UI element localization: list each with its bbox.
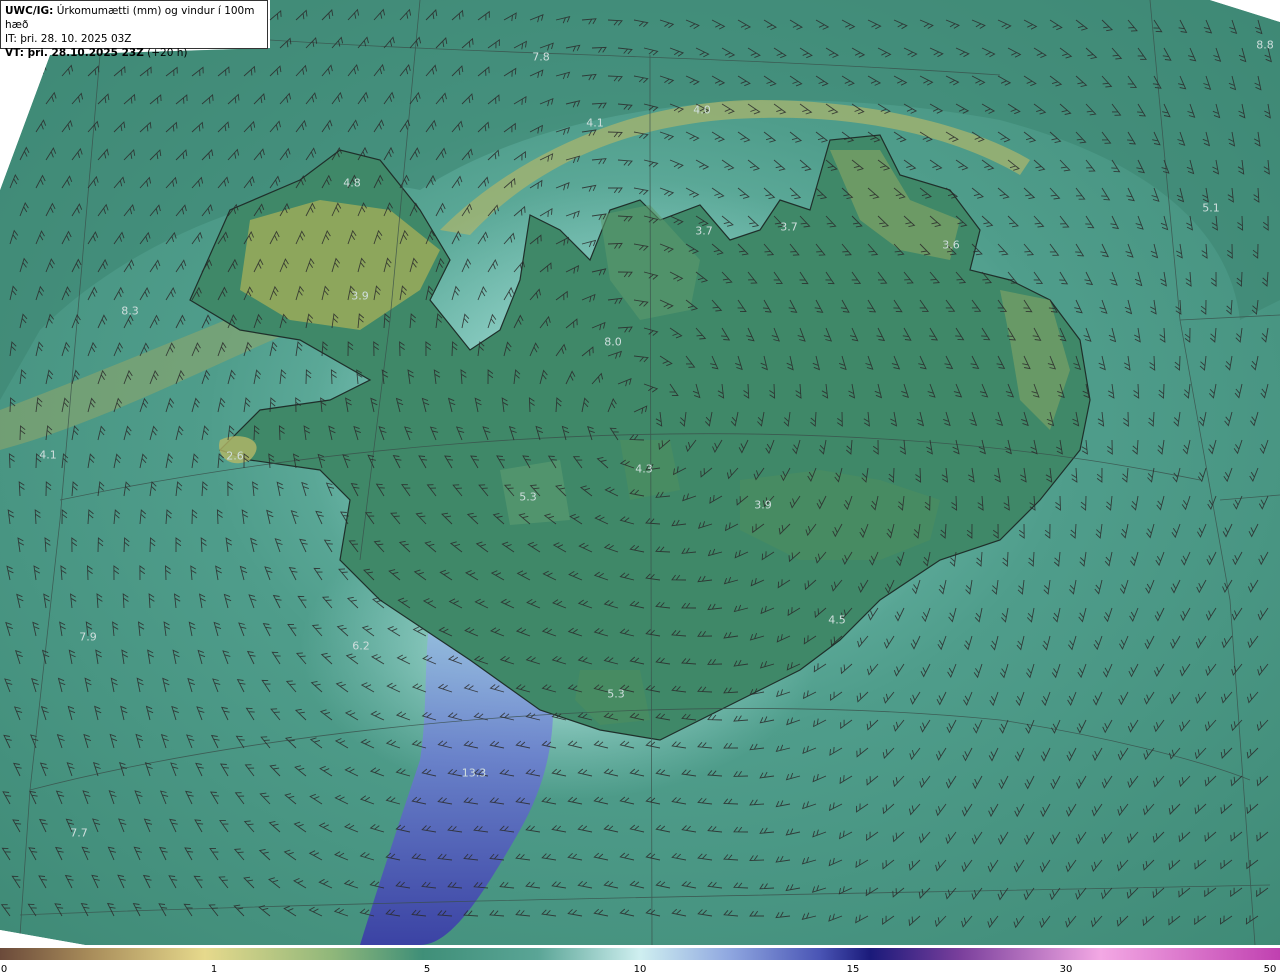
colorbar-tick: 30 <box>1059 964 1073 975</box>
colorbar-tick: 5 <box>423 964 431 975</box>
value-label: 4.1 <box>39 448 57 462</box>
value-label: 8.8 <box>1256 38 1274 52</box>
value-label: 8.0 <box>604 335 622 349</box>
value-label: 5.1 <box>1202 201 1220 215</box>
colorbar-tick: 15 <box>846 964 860 975</box>
colorbar-strip <box>0 948 1280 960</box>
forecast-offset: (+20 h) <box>147 47 188 59</box>
value-label: 6.2 <box>352 639 370 653</box>
value-label: 2.6 <box>226 449 244 463</box>
map-stage: UWC/IG: Úrkomumætti (mm) og vindur í 100… <box>0 0 1280 978</box>
value-label: 7.9 <box>79 630 97 644</box>
colorbar-tick: 0 <box>0 964 8 975</box>
colorbar-tick: 50 <box>1263 964 1277 975</box>
map-info-box: UWC/IG: Úrkomumætti (mm) og vindur í 100… <box>0 0 268 59</box>
value-label: 7.7 <box>70 826 88 840</box>
init-time: IT: þri. 28. 10. 2025 03Z <box>5 33 132 45</box>
value-label: 5.3 <box>519 490 537 504</box>
value-label: 4.5 <box>828 613 846 627</box>
precipitation-map <box>0 0 1280 946</box>
colorbar: 0 1 5 10 15 30 50 <box>0 948 1280 978</box>
value-label: 3.7 <box>780 220 798 234</box>
value-label: 3.9 <box>754 498 772 512</box>
value-label: 4.8 <box>343 176 361 190</box>
value-label: 7.8 <box>532 50 550 64</box>
value-label: 4.1 <box>586 116 604 130</box>
value-label: 8.3 <box>121 304 139 318</box>
colorbar-tick: 10 <box>633 964 647 975</box>
value-label: 4.3 <box>635 462 653 476</box>
product-code: UWC/IG: <box>5 5 54 17</box>
value-label: 3.7 <box>695 224 713 238</box>
value-label: 13.3 <box>461 766 487 780</box>
value-label: 4.0 <box>693 103 711 117</box>
value-label: 3.9 <box>351 289 369 303</box>
value-label: 5.3 <box>607 687 625 701</box>
colorbar-tick: 1 <box>210 964 218 975</box>
value-label: 3.6 <box>942 238 960 252</box>
valid-time: VT: þri. 28.10.2025 23Z <box>5 47 144 59</box>
